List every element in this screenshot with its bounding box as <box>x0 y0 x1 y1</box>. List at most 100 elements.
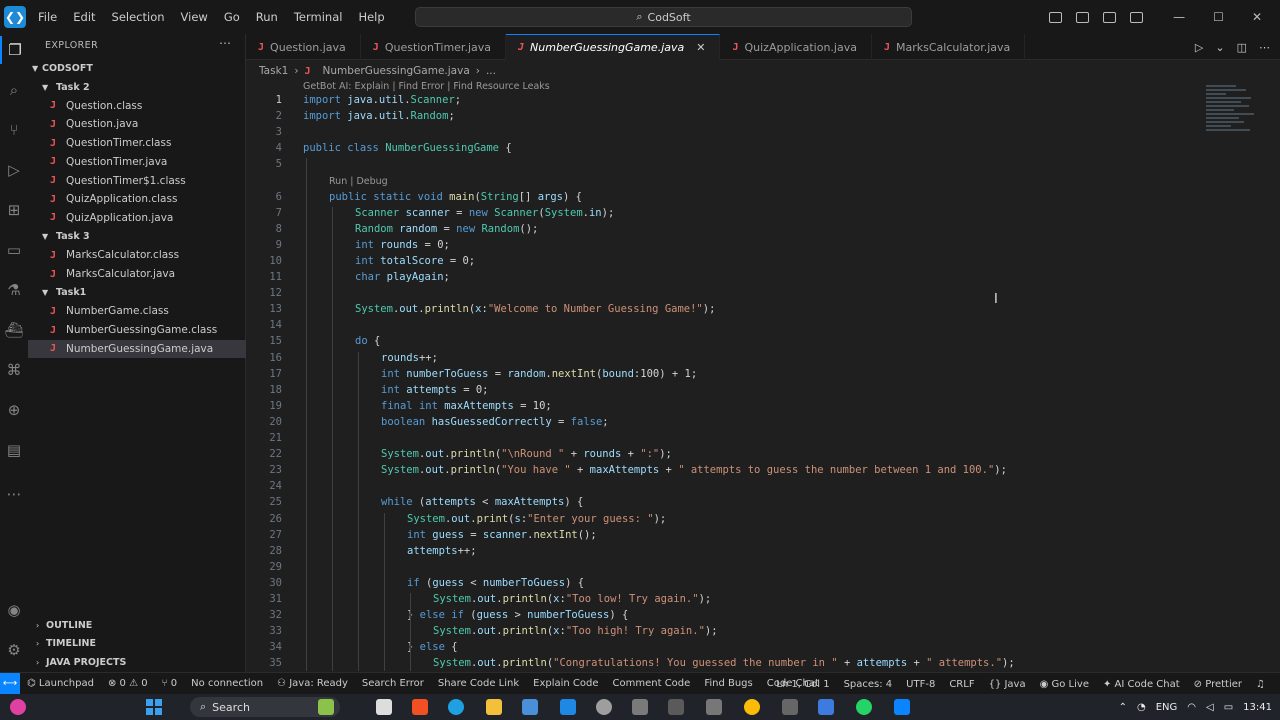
tree-file[interactable]: J QuestionTimer.class <box>28 134 246 152</box>
toggle-secondary-sidebar-icon[interactable] <box>1103 11 1117 23</box>
remote-explorer-icon[interactable]: ▭ <box>0 236 28 264</box>
problems-item[interactable]: ⊗ 0 ⚠ 0 <box>101 678 155 689</box>
office-app-icon[interactable] <box>412 699 428 715</box>
language-mode[interactable]: {} Java <box>982 679 1033 690</box>
vscode-taskbar-icon[interactable] <box>894 699 910 715</box>
find-bugs-item[interactable]: Find Bugs <box>697 678 759 689</box>
run-file-icon[interactable]: ▷ <box>1195 41 1203 54</box>
app-icon[interactable] <box>782 699 798 715</box>
end-of-line[interactable]: CRLF <box>942 679 981 690</box>
tree-file[interactable]: J NumberGuessingGame.java <box>28 339 246 358</box>
app-icon[interactable] <box>632 699 648 715</box>
ports-item[interactable]: ⑂ 0 <box>155 678 185 689</box>
tree-file[interactable]: J NumberGuessingGame.class <box>28 321 246 339</box>
tree-file[interactable]: J QuestionTimer$1.class <box>28 172 246 190</box>
battery-icon[interactable]: ▭ <box>1224 702 1233 713</box>
ai-code-chat-item[interactable]: ✦ AI Code Chat <box>1096 679 1187 690</box>
mail-icon[interactable] <box>560 699 576 715</box>
store-icon[interactable] <box>522 699 538 715</box>
edge-browser-icon[interactable] <box>448 699 464 715</box>
maximize-icon[interactable]: ☐ <box>1213 10 1224 24</box>
tree-file[interactable]: J Question.class <box>28 97 246 115</box>
wifi-icon[interactable]: ◠ <box>1187 702 1196 713</box>
toggle-sidebar-icon[interactable] <box>1049 11 1063 23</box>
graph-icon[interactable]: ⌘ <box>0 356 28 384</box>
menu-terminal[interactable]: Terminal <box>286 10 351 24</box>
command-center-search[interactable]: ⌕ CodSoft <box>415 7 912 27</box>
more-actions-icon[interactable]: ⋯ <box>219 36 231 50</box>
tab-question-java[interactable]: J Question.java <box>246 34 361 60</box>
chrome-icon[interactable] <box>744 699 760 715</box>
menu-selection[interactable]: Selection <box>104 10 173 24</box>
go-live-item[interactable]: ◉ Go Live <box>1033 679 1096 690</box>
menu-file[interactable]: File <box>30 10 65 24</box>
tray-chevron-icon[interactable]: ⌃ <box>1119 702 1127 713</box>
tab-questiontimer-java[interactable]: J QuestionTimer.java <box>361 34 506 60</box>
close-window-icon[interactable]: ✕ <box>1252 10 1262 24</box>
lang-indicator[interactable]: ENG <box>1156 702 1178 713</box>
tree-file[interactable]: J QuestionTimer.java <box>28 153 246 171</box>
search-view-icon[interactable]: ⌕ <box>0 76 28 104</box>
breadcrumb-file[interactable]: NumberGuessingGame.java <box>323 65 470 77</box>
file-explorer-icon[interactable] <box>486 699 502 715</box>
search-error-item[interactable]: Search Error <box>355 678 431 689</box>
menu-help[interactable]: Help <box>350 10 392 24</box>
share-code-link-item[interactable]: Share Code Link <box>431 678 526 689</box>
tray-app-icon[interactable]: ◔ <box>1137 702 1146 713</box>
tree-folder[interactable]: ▼ Task1 <box>28 284 246 302</box>
getbot-codelens[interactable]: GetBot AI: Explain | Find Error | Find R… <box>303 81 550 92</box>
minimize-icon[interactable]: — <box>1173 10 1185 24</box>
menu-go[interactable]: Go <box>216 10 248 24</box>
whatsapp-icon[interactable] <box>856 699 872 715</box>
more-actions-icon[interactable]: ⋯ <box>1259 41 1270 54</box>
extensions-icon[interactable]: ⊞ <box>0 196 28 224</box>
tree-file[interactable]: J QuizApplication.java <box>28 209 246 227</box>
menu-edit[interactable]: Edit <box>65 10 103 24</box>
tree-file[interactable]: J MarksCalculator.class <box>28 246 246 264</box>
comment-code-item[interactable]: Comment Code <box>606 678 698 689</box>
account-icon[interactable]: ◉ <box>0 596 28 624</box>
tree-folder[interactable]: ▼ Task 2 <box>28 78 246 96</box>
source-control-icon[interactable]: ⑂ <box>0 116 28 144</box>
toggle-panel-icon[interactable] <box>1076 11 1090 23</box>
run-debug-codelens[interactable]: Run | Debug <box>329 176 388 187</box>
tab-markscalculator-java[interactable]: J MarksCalculator.java <box>872 34 1026 60</box>
remote-indicator-icon[interactable]: ⟷ <box>0 672 20 695</box>
prettier-item[interactable]: ⊘ Prettier <box>1187 679 1249 690</box>
explorer-icon[interactable]: ❐ <box>0 36 28 64</box>
settings-gear-icon[interactable]: ⚙ <box>0 636 28 664</box>
breadcrumb-more[interactable]: ... <box>486 65 496 77</box>
dell-icon[interactable] <box>596 699 612 715</box>
tree-file[interactable]: J NumberGame.class <box>28 302 246 320</box>
tree-file[interactable]: J QuizApplication.class <box>28 190 246 208</box>
code-editor[interactable]: GetBot AI: Explain | Find Error | Find R… <box>246 80 1280 672</box>
breadcrumb-folder[interactable]: Task1 <box>259 65 288 77</box>
launchpad-item[interactable]: ⌬ Launchpad <box>20 678 101 689</box>
panel-timeline[interactable]: › TIMELINE <box>28 634 246 652</box>
chevron-down-icon[interactable]: ⌄ <box>1215 41 1224 54</box>
split-editor-icon[interactable]: ◫ <box>1237 41 1247 54</box>
java-status[interactable]: ⚇ Java: Ready <box>270 678 355 689</box>
tree-file[interactable]: J Question.java <box>28 115 246 133</box>
clock[interactable]: 13:41 <box>1243 702 1272 713</box>
copilot-icon[interactable] <box>10 699 26 715</box>
connection-status[interactable]: No connection <box>184 678 270 689</box>
encoding[interactable]: UTF-8 <box>899 679 942 690</box>
windows-start-icon[interactable] <box>146 699 162 715</box>
notes-icon[interactable]: ▤ <box>0 436 28 464</box>
panel-java-projects[interactable]: › JAVA PROJECTS <box>28 653 246 671</box>
panel-outline[interactable]: › OUTLINE <box>28 616 246 634</box>
menu-run[interactable]: Run <box>248 10 286 24</box>
task-view-icon[interactable] <box>376 699 392 715</box>
widget-icon[interactable] <box>318 699 334 715</box>
volume-icon[interactable]: ◁ <box>1206 702 1214 713</box>
tab-numberguessinggame-java[interactable]: J NumberGuessingGame.java ✕ <box>506 34 721 60</box>
app-icon[interactable] <box>818 699 834 715</box>
testing-icon[interactable]: ⚗ <box>0 276 28 304</box>
tree-file[interactable]: J MarksCalculator.java <box>28 265 246 283</box>
customize-layout-icon[interactable] <box>1130 11 1144 23</box>
notifications-bell-icon[interactable]: ♫ <box>1249 679 1272 690</box>
app-icon[interactable] <box>706 699 722 715</box>
run-debug-icon[interactable]: ▷ <box>0 156 28 184</box>
cursor-position[interactable]: Ln 1, Col 1 <box>769 679 836 690</box>
